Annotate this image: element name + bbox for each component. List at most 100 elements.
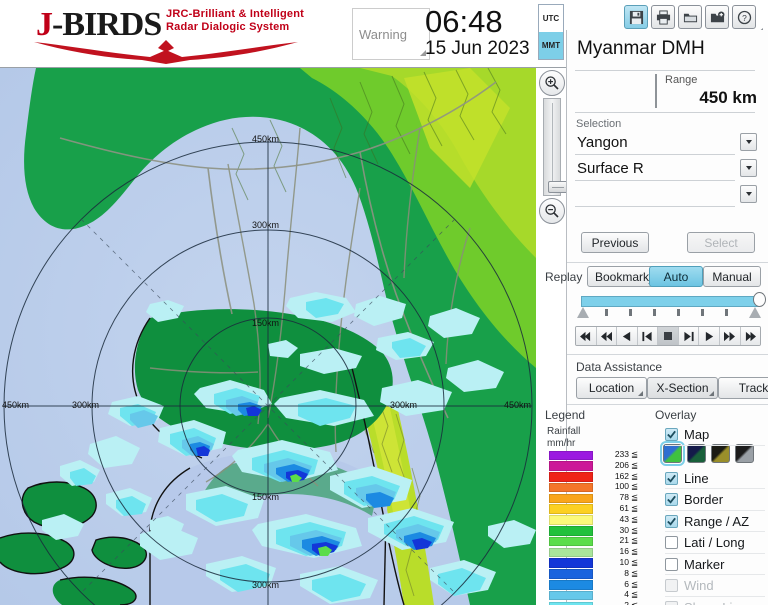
legend-le-symbol: ≦	[631, 568, 638, 579]
map-zoom-control[interactable]	[538, 68, 566, 288]
timeline-handle[interactable]	[753, 292, 766, 307]
overlay-option-label: Border	[684, 492, 723, 507]
skip-end-button[interactable]	[741, 327, 761, 345]
next-frame-button[interactable]	[679, 327, 700, 345]
radar-map-view[interactable]: 450km 300km 150km 450km 300km 450km 300k…	[0, 68, 536, 605]
step-back-button[interactable]	[617, 327, 638, 345]
skip-start-button[interactable]	[576, 327, 597, 345]
bookmark-button-label: Bookmark	[595, 270, 649, 284]
legend-value: 6	[595, 579, 629, 589]
print-button[interactable]	[651, 5, 675, 29]
add-folder-button[interactable]	[705, 5, 729, 29]
station-name: Myanmar DMH	[577, 38, 705, 60]
overlay-checkbox[interactable]	[665, 515, 678, 528]
timeline-tick	[605, 309, 608, 316]
auto-mode-button[interactable]: Auto	[649, 266, 703, 287]
track-button[interactable]: Track	[718, 377, 768, 399]
zoom-in-button[interactable]	[539, 70, 565, 96]
overlay-option-marker[interactable]: Marker	[665, 554, 768, 576]
brand-logo: J-BIRDS JRC-Brilliant & Intelligent Rada…	[8, 2, 308, 64]
fast-forward-button[interactable]	[720, 327, 741, 345]
bookmark-button[interactable]: Bookmark	[587, 266, 657, 287]
overlay-option-label: Line	[684, 471, 709, 486]
selection-third-dropdown-button[interactable]	[740, 185, 757, 203]
selection-product-underline	[575, 180, 735, 181]
chevron-down-icon	[746, 140, 752, 144]
overlay-option-map[interactable]: Map	[665, 424, 768, 446]
overlay-checkbox[interactable]	[665, 493, 678, 506]
play-button[interactable]	[699, 327, 720, 345]
stop-button[interactable]	[658, 327, 679, 345]
selection-site-dropdown-button[interactable]	[740, 133, 757, 151]
overlay-checkbox	[665, 601, 678, 605]
warning-panel[interactable]: Warning	[352, 8, 430, 60]
rewind-button[interactable]	[597, 327, 618, 345]
selection-site-row[interactable]: Yangon	[575, 132, 757, 155]
open-folder-button[interactable]	[678, 5, 702, 29]
skip-start-icon	[579, 331, 592, 342]
overlay-option-border[interactable]: Border	[665, 489, 768, 511]
previous-button[interactable]: Previous	[581, 232, 649, 253]
print-icon	[656, 10, 671, 25]
zoom-slider-track[interactable]	[543, 98, 561, 196]
timeline-progress-bar[interactable]	[581, 296, 759, 307]
replay-timeline[interactable]	[577, 293, 762, 325]
selection-product-row[interactable]: Surface R	[575, 158, 757, 181]
overlay-checkbox[interactable]	[665, 558, 678, 571]
legend-le-symbol: ≦	[631, 514, 638, 525]
select-button[interactable]: Select	[687, 232, 755, 253]
legend-le-symbol: ≦	[631, 481, 638, 492]
check-icon	[666, 429, 677, 440]
overlay-option-lati-long[interactable]: Lati / Long	[665, 532, 768, 554]
selection-third-row[interactable]	[575, 184, 757, 207]
overlay-checkbox[interactable]	[665, 428, 678, 441]
legend-color-swatch	[549, 580, 593, 590]
overlay-option-label: Marker	[684, 557, 724, 572]
legend-color-swatch	[549, 548, 593, 558]
legend-color-swatch	[549, 591, 593, 601]
range-label-300-e: 300km	[390, 400, 417, 410]
manual-mode-button[interactable]: Manual	[703, 266, 761, 287]
zoom-in-icon	[544, 75, 560, 91]
range-label-300-w: 300km	[72, 400, 99, 410]
save-button[interactable]	[624, 5, 648, 29]
range-label-450-n: 450km	[252, 134, 279, 144]
zoom-slider-thumb[interactable]	[548, 181, 568, 193]
logo-tagline-line2: Radar Dialogic System	[166, 21, 304, 34]
overlay-checkbox[interactable]	[665, 536, 678, 549]
fast-forward-icon	[723, 331, 736, 342]
legend-le-symbol: ≦	[631, 503, 638, 514]
range-divider-line	[575, 112, 755, 113]
timeline-end-marker-icon	[749, 307, 761, 318]
selection-third-underline	[575, 206, 735, 207]
overlay-option-label: Shear Line	[684, 600, 747, 605]
previous-frame-button[interactable]	[638, 327, 659, 345]
radar-application: J-BIRDS JRC-Brilliant & Intelligent Rada…	[0, 0, 768, 605]
bird-graphic-icon	[30, 38, 302, 64]
header-toolbar: ?	[624, 4, 756, 30]
overlay-option-line[interactable]: Line	[665, 468, 768, 490]
playback-transport-controls[interactable]	[575, 326, 761, 346]
timezone-selector[interactable]: UTC MMT	[538, 4, 564, 60]
rewind-icon	[600, 331, 613, 342]
selection-product-dropdown-button[interactable]	[740, 159, 757, 177]
legend-value: 21	[595, 535, 629, 545]
legend-color-swatch	[549, 451, 593, 461]
zoom-out-button[interactable]	[539, 198, 565, 224]
legend-le-symbol: ≦	[631, 579, 638, 590]
legend-value: 16	[595, 546, 629, 556]
overlay-checkbox[interactable]	[665, 472, 678, 485]
clock-date: 15 Jun 2023	[425, 38, 530, 60]
overlay-option-range-az[interactable]: Range / AZ	[665, 511, 768, 533]
help-button[interactable]: ?	[732, 5, 756, 29]
check-icon	[666, 473, 677, 484]
play-icon	[704, 331, 715, 342]
location-button[interactable]: Location	[576, 377, 647, 399]
xsection-button[interactable]: X-Section	[647, 377, 718, 399]
legend-section-divider	[567, 404, 768, 405]
range-label-450-e: 450km	[504, 400, 531, 410]
radar-map-canvas	[0, 68, 536, 605]
timezone-mmt-button[interactable]: MMT	[539, 32, 563, 59]
check-icon	[666, 494, 677, 505]
timezone-utc-button[interactable]: UTC	[539, 5, 563, 32]
